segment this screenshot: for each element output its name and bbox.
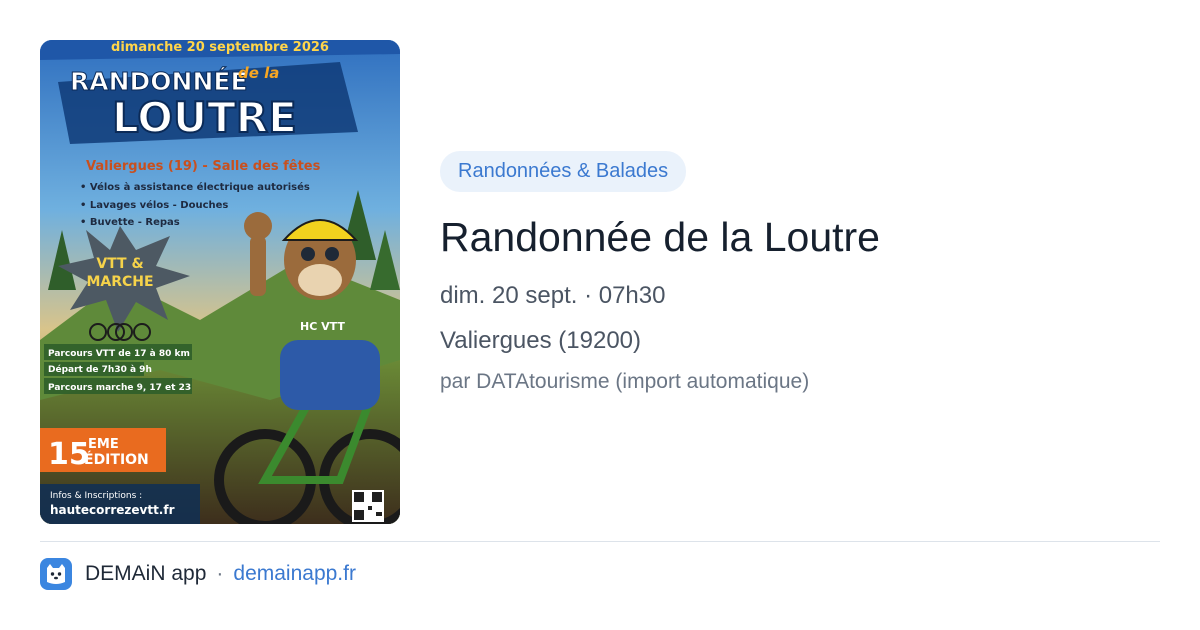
poster-badge-line2: MARCHE xyxy=(86,274,153,290)
poster-badge-line1: VTT & xyxy=(96,256,143,272)
poster-location: Valiergues (19) - Salle des fêtes xyxy=(86,159,321,174)
poster-bullet-3: • Buvette - Repas xyxy=(80,217,180,228)
event-info: Randonnées & Balades Randonnée de la Lou… xyxy=(440,151,1160,396)
event-source: par DATAtourisme (import automatique) xyxy=(440,370,810,393)
poster-title-line1: RANDONNÉE xyxy=(70,67,248,96)
event-place: Valiergues (19200) xyxy=(440,327,642,354)
demain-app-icon xyxy=(40,558,72,590)
poster-infos-label: Infos & Inscriptions : xyxy=(50,491,142,501)
poster-edition-sup: EME xyxy=(88,437,119,452)
footer-separator: · xyxy=(216,562,224,585)
poster-qr-code xyxy=(352,490,384,522)
footer: DEMAiN app · demainapp.fr xyxy=(40,558,356,590)
category-tag[interactable]: Randonnées & Balades xyxy=(440,151,687,192)
poster-edition-word: ÉDITION xyxy=(84,451,149,468)
poster-shirt-text: HC VTT xyxy=(300,320,345,333)
event-datetime: dim. 20 sept. · 07h30 xyxy=(440,282,666,309)
footer-divider xyxy=(40,541,1160,542)
poster-parcours-marche: Parcours marche 9, 17 et 23 xyxy=(48,383,191,393)
event-title: Randonnée de la Loutre xyxy=(440,214,880,260)
poster-bullet-1: • Vélos à assistance électrique autorisé… xyxy=(80,181,310,193)
app-name: DEMAiN app xyxy=(85,562,207,585)
app-link[interactable]: demainapp.fr xyxy=(233,562,356,586)
poster-website: hautecorrezevtt.fr xyxy=(50,503,175,517)
poster-title-line2: LOUTRE xyxy=(112,93,297,142)
poster-title-small: de la xyxy=(238,64,279,82)
poster-parcours-depart: Départ de 7h30 à 9h xyxy=(48,364,152,375)
poster-parcours-vtt: Parcours VTT de 17 à 80 km xyxy=(48,349,190,359)
poster-date-banner: dimanche 20 septembre 2026 xyxy=(111,40,329,55)
poster-bullet-2: • Lavages vélos - Douches xyxy=(80,199,228,211)
event-poster-image: dimanche 20 septembre 2026 RANDONNÉE de … xyxy=(40,40,400,524)
